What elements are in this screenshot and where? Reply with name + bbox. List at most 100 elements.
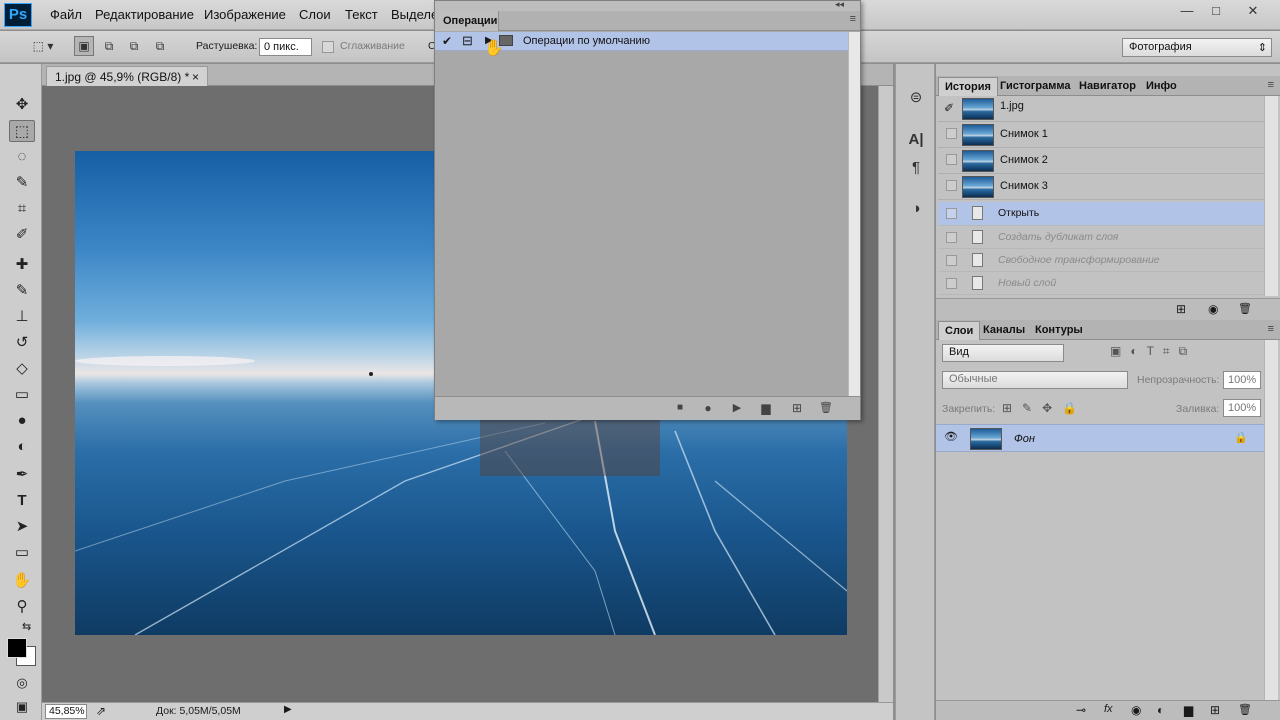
layer-style-icon[interactable]: fx <box>1104 703 1113 715</box>
antialias-checkbox[interactable] <box>322 41 334 53</box>
layers-menu-icon[interactable]: ≡ <box>1268 323 1274 335</box>
intersect-selection-button[interactable]: ⧉ <box>150 36 170 56</box>
eraser-tool-icon[interactable]: ◇ <box>9 358 35 380</box>
tool-preset-picker[interactable]: ⬚ ▾ <box>26 36 60 56</box>
pen-tool-icon[interactable]: ✒ <box>9 464 35 486</box>
blur-tool-icon[interactable]: ● <box>9 410 35 432</box>
workspace-dropdown[interactable]: Фотография ⇕ <box>1122 38 1272 57</box>
swap-colors-icon[interactable]: ⇆ <box>22 620 31 633</box>
tab-info[interactable]: Инфо <box>1140 77 1183 96</box>
quick-mask-icon[interactable]: ◎ <box>9 672 35 694</box>
new-snapshot-icon[interactable]: ◉ <box>1208 302 1218 316</box>
history-step[interactable]: Создать дубликат слоя <box>938 226 1264 249</box>
history-source-checkbox[interactable] <box>946 208 957 219</box>
tab-histogram[interactable]: Гистограмма <box>994 77 1076 96</box>
dodge-tool-icon[interactable]: ◐ <box>9 436 35 458</box>
history-menu-icon[interactable]: ≡ <box>1268 79 1274 91</box>
new-set-folder-icon[interactable]: ▆ <box>757 399 775 417</box>
history-snapshot[interactable]: Снимок 3 <box>938 174 1264 200</box>
paragraph-panel-icon[interactable]: ¶ <box>904 156 928 180</box>
eyedropper-tool-icon[interactable]: ✐ <box>9 224 35 246</box>
quick-select-tool-icon[interactable]: ✎ <box>9 172 35 194</box>
opacity-input[interactable]: 100% <box>1223 371 1261 389</box>
document-tab[interactable]: 1.jpg @ 45,9% (RGB/8) * × <box>46 66 208 86</box>
layers-scrollbar[interactable] <box>1264 340 1278 700</box>
history-snapshot[interactable]: Снимок 2 <box>938 148 1264 174</box>
tab-channels[interactable]: Каналы <box>977 321 1031 340</box>
history-source-checkbox[interactable] <box>946 180 957 191</box>
subtract-selection-button[interactable]: ⧉ <box>124 36 144 56</box>
history-snapshot[interactable]: ✐ 1.jpg <box>938 96 1264 122</box>
zoom-field[interactable]: 45,85% <box>45 704 87 719</box>
menu-select[interactable]: Выделе <box>391 7 438 22</box>
history-source-checkbox[interactable] <box>946 154 957 165</box>
history-scrollbar[interactable] <box>1264 96 1278 296</box>
layer-visibility-icon[interactable]: 👁 <box>944 430 958 443</box>
hand-tool-icon[interactable]: ✋ <box>9 570 35 592</box>
type-tool-icon[interactable]: T <box>9 490 35 512</box>
brush-tool-icon[interactable]: ✎ <box>9 280 35 302</box>
adjustments-panel-icon[interactable]: ◑ <box>904 197 928 221</box>
history-step-active[interactable]: Открыть <box>938 202 1264 226</box>
healing-tool-icon[interactable]: ✚ <box>9 254 35 276</box>
menu-image[interactable]: Изображение <box>204 7 286 22</box>
close-window-button[interactable]: ✕ <box>1242 2 1264 20</box>
panel-menu-icon[interactable]: ≡ <box>850 13 856 25</box>
menu-file[interactable]: Файл <box>50 7 82 22</box>
delete-state-icon[interactable]: 🗑 <box>1238 302 1252 315</box>
history-step[interactable]: Новый слой <box>938 272 1264 295</box>
character-panel-icon[interactable]: A| <box>904 128 928 152</box>
menu-edit[interactable]: Редактирование <box>95 7 194 22</box>
new-selection-button[interactable]: ▣ <box>74 36 94 56</box>
new-document-from-state-icon[interactable]: ⊞ <box>1176 302 1186 316</box>
layer-filter-dropdown[interactable]: Вид <box>942 344 1064 362</box>
history-source-checkbox[interactable] <box>946 255 957 266</box>
marquee-tool-icon[interactable]: ⬚ <box>9 120 35 142</box>
collapse-icon[interactable]: ◂◂ <box>835 0 844 10</box>
lasso-tool-icon[interactable]: ◌ <box>9 146 35 168</box>
canvas-vertical-scrollbar[interactable] <box>878 86 893 702</box>
menu-type[interactable]: Текст <box>345 7 378 22</box>
feather-input[interactable]: 0 пикс. <box>259 38 312 56</box>
path-select-tool-icon[interactable]: ➤ <box>9 516 35 538</box>
history-snapshot[interactable]: Снимок 1 <box>938 122 1264 148</box>
delete-action-icon[interactable]: 🗑 <box>817 399 835 417</box>
minimize-button[interactable]: — <box>1176 2 1198 20</box>
crop-tool-icon[interactable]: ⌗ <box>9 198 35 220</box>
add-selection-button[interactable]: ⧉ <box>99 36 119 56</box>
delete-layer-icon[interactable]: 🗑 <box>1238 703 1252 716</box>
gradient-tool-icon[interactable]: ▭ <box>9 384 35 406</box>
actions-panel-icon[interactable]: ⊜ <box>904 86 928 110</box>
record-icon[interactable]: ● <box>699 399 717 417</box>
actions-scrollbar[interactable] <box>848 32 860 396</box>
add-mask-icon[interactable]: ◉ <box>1131 703 1141 717</box>
move-tool-icon[interactable]: ✥ <box>9 94 35 116</box>
maximize-button[interactable]: □ <box>1205 2 1227 20</box>
history-brush-source-icon[interactable]: ✐ <box>944 101 954 115</box>
blend-mode-dropdown[interactable]: Обычные <box>942 371 1128 389</box>
export-icon[interactable]: ⇗ <box>96 704 106 718</box>
shape-tool-icon[interactable]: ▭ <box>9 542 35 564</box>
history-step[interactable]: Свободное трансформирование <box>938 249 1264 272</box>
new-layer-icon[interactable]: ⊞ <box>1210 703 1220 717</box>
history-source-checkbox[interactable] <box>946 128 957 139</box>
new-action-icon[interactable]: ⊞ <box>788 399 806 417</box>
menu-layers[interactable]: Слои <box>299 7 331 22</box>
tab-navigator[interactable]: Навигатор <box>1073 77 1142 96</box>
tab-layers[interactable]: Слои <box>938 321 981 340</box>
layer-row-background[interactable]: 👁 Фон 🔒 <box>936 424 1264 452</box>
screen-mode-icon[interactable]: ▣ <box>9 696 35 718</box>
foreground-color-swatch[interactable] <box>7 638 27 658</box>
tab-actions[interactable]: Операции <box>435 11 499 31</box>
adjustment-layer-icon[interactable]: ◐ <box>1157 703 1164 717</box>
link-layers-icon[interactable]: ⊸ <box>1076 703 1086 717</box>
play-icon[interactable]: ▶ <box>728 399 746 417</box>
history-source-checkbox[interactable] <box>946 278 957 289</box>
layer-filter-icons[interactable]: ▣◐T⌗⧉ <box>1110 344 1196 359</box>
actions-panel-titlebar[interactable]: ◂◂ <box>435 0 860 11</box>
tab-paths[interactable]: Контуры <box>1029 321 1089 340</box>
stop-icon[interactable]: ■ <box>671 399 689 417</box>
lock-options-icons[interactable]: ⊞✎✥🔒 <box>1002 401 1087 415</box>
zoom-tool-icon[interactable]: ⚲ <box>9 596 35 618</box>
history-brush-tool-icon[interactable]: ↺ <box>9 332 35 354</box>
